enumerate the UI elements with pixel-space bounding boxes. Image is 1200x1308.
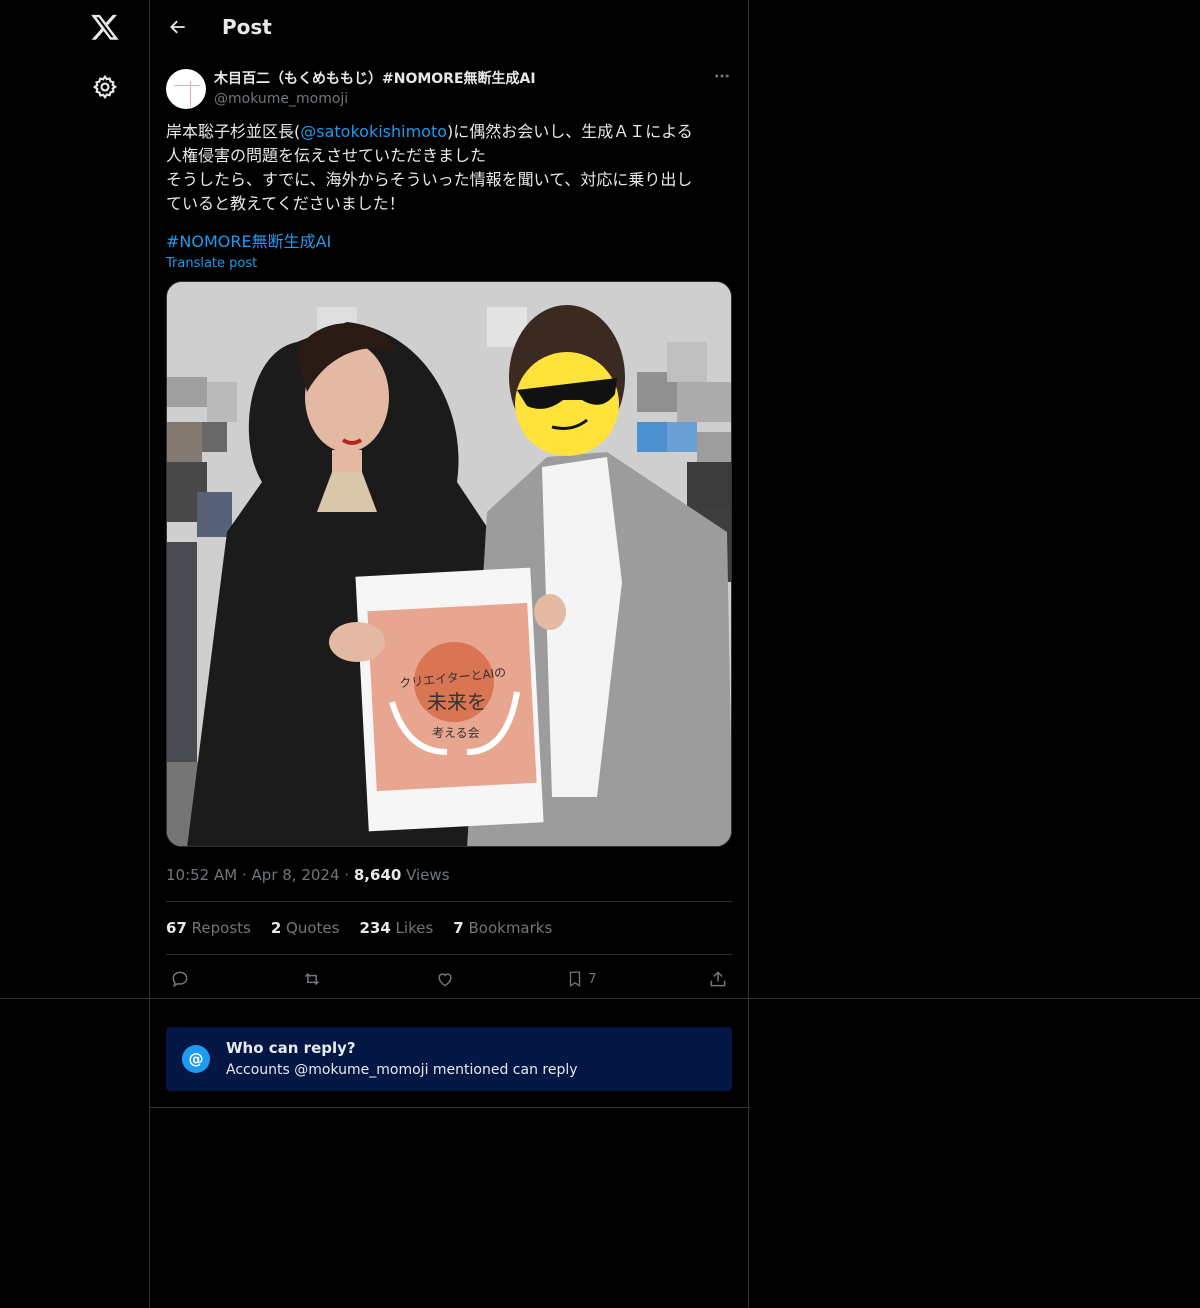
likes-stat[interactable]: 234 Likes <box>359 919 433 937</box>
author-handle[interactable]: @mokume_momoji <box>214 89 536 109</box>
bookmark-count: 7 <box>588 971 597 987</box>
quotes-count: 2 <box>270 919 282 937</box>
engagement-stats: 67 Reposts 2 Quotes 234 Likes 7 Bookmark… <box>166 902 732 954</box>
who-can-reply-text: Who can reply? Accounts @mokume_momoji m… <box>226 1037 578 1081</box>
more-options-icon[interactable] <box>712 66 732 86</box>
sign-text-line3: 考える会 <box>432 726 480 740</box>
sign-board: クリエイターとAIの 未来を 考える会 <box>355 567 544 832</box>
repost-icon[interactable] <box>301 969 323 989</box>
bookmarks-label: Bookmarks <box>463 919 553 937</box>
meta-separator: · <box>344 866 350 884</box>
reply-icon[interactable] <box>170 969 190 989</box>
sunglasses-emoji-icon <box>515 352 619 456</box>
author-display-name[interactable]: 木目百二（もくめももじ）#NOMORE無断生成AI <box>214 69 536 89</box>
like-heart-icon[interactable] <box>435 969 455 989</box>
translate-post-link[interactable]: Translate post <box>166 256 732 271</box>
bookmark-icon <box>570 971 581 988</box>
page-title: Post <box>222 15 272 39</box>
likes-label: Likes <box>390 919 434 937</box>
post: 木目百二（もくめももじ）#NOMORE無断生成AI @mokume_momoji… <box>150 64 748 1003</box>
who-can-reply-subtitle: Accounts @mokume_momoji mentioned can re… <box>226 1062 578 1078</box>
likes-count: 234 <box>359 919 391 937</box>
left-rail <box>0 0 150 1308</box>
mention-link[interactable]: @satokokishimoto <box>300 122 447 141</box>
settings-gear-icon[interactable] <box>92 74 118 100</box>
main-column: Post 木目百二（もくめももじ）#NOMORE無断生成AI @mokume_m… <box>149 0 750 1308</box>
hashtag-line: #NOMORE無断生成AI <box>166 230 732 254</box>
post-meta: 10:52 AM · Apr 8, 2024 · 8,640 Views <box>166 865 732 901</box>
views-label: Views <box>401 866 450 884</box>
horizontal-rule <box>0 998 1200 999</box>
top-bar: Post <box>150 0 748 54</box>
meta-separator: · <box>241 866 247 884</box>
bookmark-button[interactable]: 7 <box>566 969 597 989</box>
post-text: 岸本聡子杉並区長(@satokokishimoto)に偶然お会いし、生成ＡＩによ… <box>166 120 732 216</box>
author-info: 木目百二（もくめももじ）#NOMORE無断生成AI @mokume_momoji <box>214 69 536 109</box>
views-count: 8,640 <box>353 866 402 884</box>
who-can-reply-banner: @ Who can reply? Accounts @mokume_momoji… <box>166 1027 732 1091</box>
bookmarks-stat[interactable]: 7 Bookmarks <box>453 919 552 937</box>
post-text-part1: 岸本聡子杉並区長( <box>166 122 301 141</box>
who-can-reply-title: Who can reply? <box>226 1039 356 1057</box>
quotes-label: Quotes <box>281 919 340 937</box>
post-photo[interactable]: クリエイターとAIの 未来を 考える会 <box>166 281 732 847</box>
x-logo-icon[interactable] <box>90 12 120 42</box>
share-icon[interactable] <box>708 969 728 989</box>
reposts-count: 67 <box>166 919 187 937</box>
quotes-stat[interactable]: 2 Quotes <box>271 919 340 937</box>
post-time[interactable]: 10:52 AM <box>166 866 237 884</box>
hashtag-link[interactable]: #NOMORE無断生成AI <box>166 232 331 251</box>
sign-text-line2: 未来を <box>427 690 487 714</box>
action-bar: 7 <box>166 955 732 1003</box>
divider <box>150 1107 750 1108</box>
reposts-stat[interactable]: 67 Reposts <box>166 919 251 937</box>
post-date[interactable]: Apr 8, 2024 <box>252 866 340 884</box>
author-row: 木目百二（もくめももじ）#NOMORE無断生成AI @mokume_momoji <box>166 64 732 114</box>
reposts-label: Reposts <box>186 919 251 937</box>
back-arrow-icon[interactable] <box>150 0 206 54</box>
at-sign-icon: @ <box>182 1045 210 1073</box>
avatar[interactable] <box>166 69 206 109</box>
bookmarks-count: 7 <box>453 919 464 937</box>
